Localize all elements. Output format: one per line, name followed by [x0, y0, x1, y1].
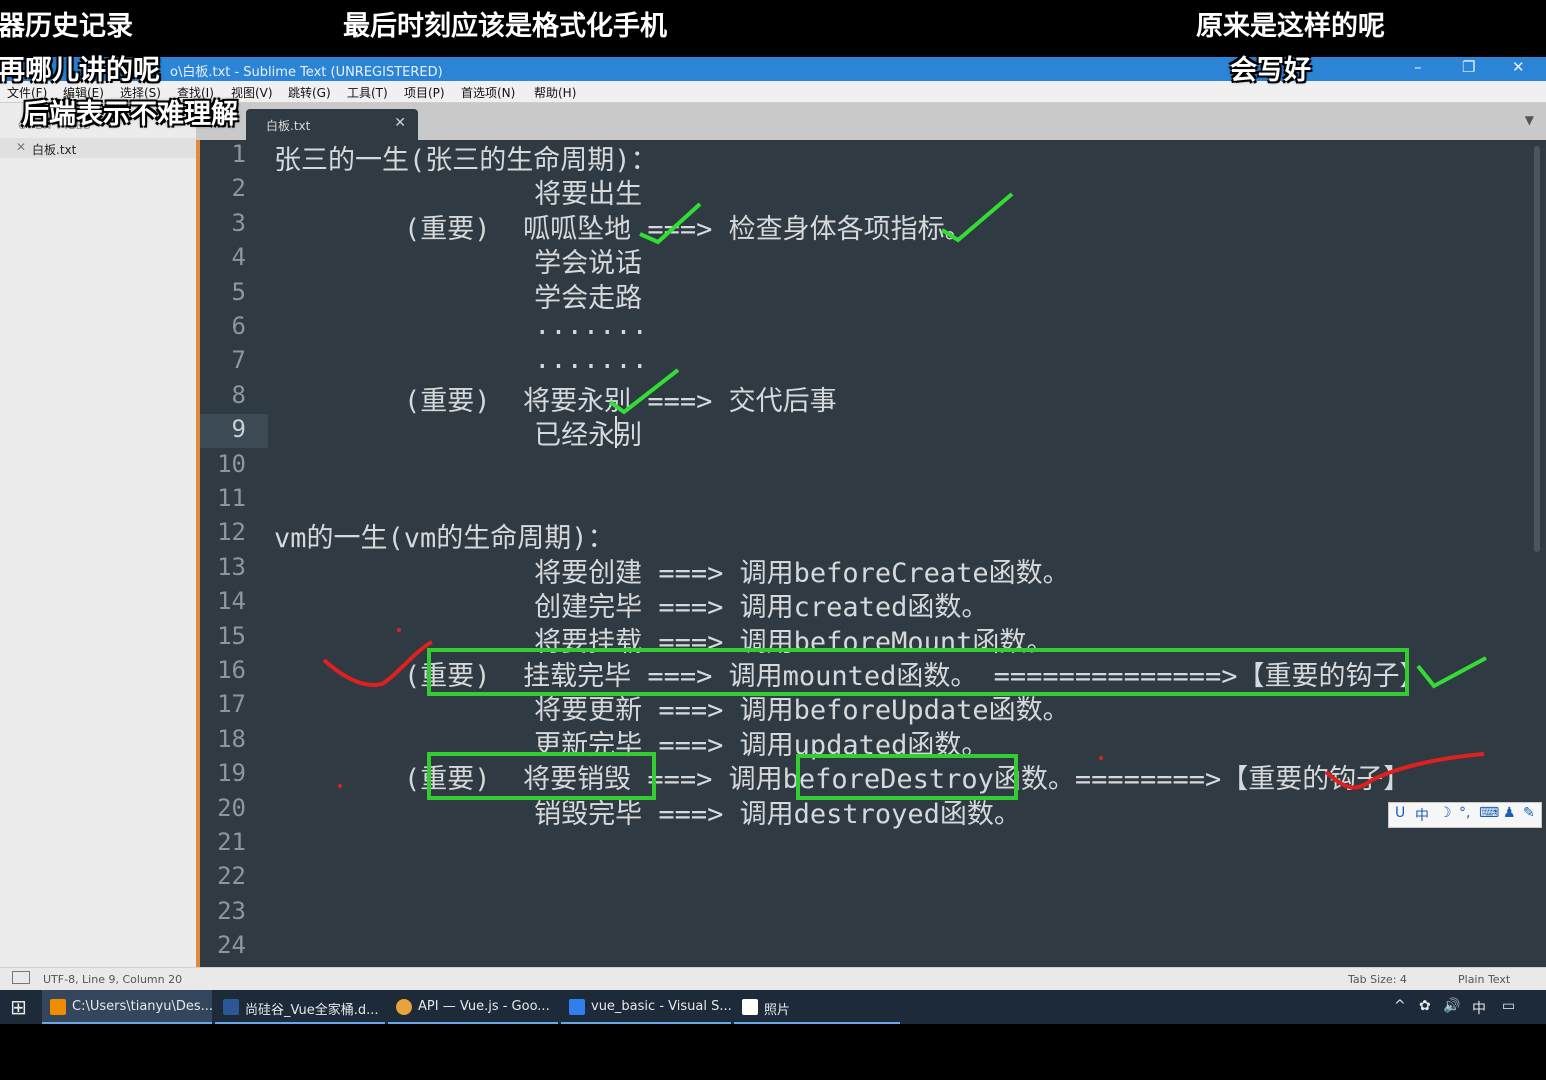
red-check-mark — [1324, 752, 1485, 790]
start-button[interactable]: ⊞ — [10, 995, 27, 1019]
running-indicator — [561, 1022, 731, 1024]
status-bar: UTF-8, Line 9, Column 20 Tab Size: 4 Pla… — [0, 967, 1546, 991]
ime-logo-icon[interactable]: U — [1395, 805, 1405, 821]
check-mark — [1416, 656, 1487, 689]
notifications-icon[interactable]: ▭ — [1502, 998, 1515, 1014]
taskbar-item-word[interactable]: 尚硅谷_Vue全家桶.d... — [215, 990, 385, 1024]
sidebar-file-item[interactable]: ✕ 白板.txt — [0, 138, 196, 158]
sidebar-file-name: 白板.txt — [32, 143, 77, 157]
ime-punctuation-icon[interactable]: °, — [1459, 805, 1470, 821]
handwritten-annotations — [322, 192, 1487, 790]
close-file-icon[interactable]: ✕ — [16, 140, 26, 154]
danmaku-comment: 器历史记录 — [0, 11, 133, 42]
taskbar-item-sublime[interactable]: C:\Users\tianyu\Des... — [42, 990, 213, 1024]
red-dot — [397, 628, 401, 632]
ime-user-icon[interactable]: ♟ — [1503, 805, 1516, 821]
running-indicator — [388, 1022, 558, 1024]
cursor-position: UTF-8, Line 9, Column 20 — [43, 973, 183, 986]
tab-bar: 白板.txt ✕ ▼ — [196, 103, 1546, 140]
red-check-mark — [322, 640, 433, 687]
minimize-button[interactable]: – — [1414, 58, 1422, 76]
menu-preferences[interactable]: 首选项(N) — [461, 84, 515, 101]
danmaku-comment: 再哪儿讲的呢 — [0, 55, 160, 86]
red-dot — [1099, 756, 1103, 760]
danmaku-comment: 后端表示不难理解 — [22, 99, 238, 130]
tab-label: 白板.txt — [266, 119, 311, 133]
ime-settings-icon[interactable]: ✎ — [1523, 805, 1535, 821]
ime-language-icon[interactable]: 中 — [1472, 998, 1486, 1018]
word-icon — [223, 999, 239, 1015]
ime-moon-icon[interactable]: ☽ — [1439, 805, 1452, 821]
ime-keyboard-icon[interactable]: ⌨ — [1479, 805, 1499, 821]
danmaku-comment: 最后时刻应该是格式化手机 — [343, 11, 667, 42]
restore-button[interactable]: ❐ — [1462, 58, 1475, 76]
menu-project[interactable]: 项目(P) — [404, 84, 445, 101]
menu-goto[interactable]: 跳转(G) — [288, 84, 331, 101]
syntax-mode[interactable]: Plain Text — [1458, 973, 1510, 986]
close-window-button[interactable]: ✕ — [1512, 58, 1525, 76]
sidebar: OPEN FILES ✕ 白板.txt — [0, 103, 196, 967]
taskbar-item-vscode[interactable]: vue_basic - Visual S... — [561, 990, 732, 1024]
window-title-bar: o\白板.txt - Sublime Text (UNREGISTERED) –… — [0, 57, 1546, 81]
tab-whiteboard[interactable]: 白板.txt ✕ — [246, 109, 418, 140]
vertical-scrollbar[interactable] — [1534, 146, 1540, 552]
danmaku-comment: 原来是这样的呢 — [1196, 11, 1385, 42]
running-indicator — [734, 1022, 900, 1024]
volume-icon[interactable]: 🔊 — [1443, 998, 1460, 1014]
taskbar-item-photos[interactable]: 照片 — [734, 990, 900, 1024]
tray-expand-icon[interactable]: ^ — [1394, 998, 1406, 1014]
editor-area[interactable]: 1 2 3 4 5 6 7 8 9 10 11 12 13 14 15 16 17 18 19 20 21 22 23 24 … — [196, 140, 1546, 967]
ime-chinese-mode[interactable]: 中 — [1415, 805, 1429, 825]
check-mark — [608, 368, 680, 415]
running-indicator — [215, 1022, 385, 1024]
close-tab-icon[interactable]: ✕ — [394, 115, 406, 131]
panel-toggle-icon[interactable] — [12, 971, 30, 984]
menu-help[interactable]: 帮助(H) — [534, 84, 576, 101]
taskbar-item-chrome[interactable]: API — Vue.js - Goo... — [388, 990, 558, 1024]
vscode-icon — [569, 999, 585, 1015]
photos-icon — [742, 999, 758, 1015]
danmaku-comment: 会写好 — [1230, 55, 1311, 86]
check-mark — [940, 192, 1014, 243]
sublime-icon — [50, 999, 66, 1015]
tab-dropdown-icon[interactable]: ▼ — [1525, 113, 1534, 127]
chrome-icon — [396, 999, 412, 1015]
windows-taskbar: ⊞ C:\Users\tianyu\Des... 尚硅谷_Vue全家桶.d...… — [0, 990, 1546, 1024]
check-mark — [639, 202, 702, 245]
red-dot — [338, 784, 342, 788]
tray-app-icon[interactable]: ✿ — [1419, 998, 1431, 1014]
tab-size[interactable]: Tab Size: 4 — [1348, 973, 1407, 986]
active-indicator — [42, 1022, 212, 1024]
window-title: o\白板.txt - Sublime Text (UNREGISTERED) — [170, 65, 443, 80]
ime-toolbar[interactable]: U 中 ☽ °, ⌨ ♟ ✎ — [1388, 802, 1542, 828]
menu-tools[interactable]: 工具(T) — [347, 84, 388, 101]
